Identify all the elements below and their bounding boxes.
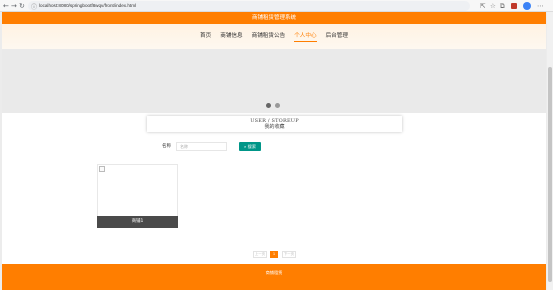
page: ← → ↻ ⓘ localhost:8080/springbootf8wqv/f… (0, 0, 553, 290)
reload-icon[interactable]: ↻ (19, 2, 25, 10)
current-page[interactable]: 1 (270, 251, 278, 258)
forward-icon[interactable]: → (11, 2, 17, 10)
carousel-indicators (266, 103, 282, 108)
nav-rental-notice[interactable]: 商铺租赁公告 (252, 33, 286, 41)
menu-icon[interactable]: ⋯ (537, 2, 544, 10)
back-icon[interactable]: ← (3, 2, 9, 10)
broken-image-icon (99, 166, 105, 172)
nav-personal-center[interactable]: 个人中心 (294, 33, 317, 42)
install-icon[interactable]: ⇱ (480, 2, 485, 10)
site-title-bar: 商铺租赁管理系统 (2, 12, 546, 24)
main-nav: 首页 商铺信息 商铺租赁公告 个人中心 后台管理 (2, 24, 546, 49)
nav-home[interactable]: 首页 (200, 33, 211, 41)
search-icon: ⌕ (243, 144, 247, 149)
main-content (2, 113, 546, 264)
section-title-en: USER / STOREUP (250, 118, 299, 124)
search-label: 名称 (162, 144, 171, 149)
scrollbar-thumb[interactable] (548, 67, 552, 282)
search-input[interactable]: 名称 (176, 142, 227, 151)
section-title-cn: 我的收藏 (264, 124, 285, 130)
next-page-button[interactable]: 下一页 (282, 251, 296, 258)
footer: 商铺租赁 (2, 264, 546, 290)
footer-text: 商铺租赁 (265, 270, 283, 275)
favorite-card-name[interactable]: 商铺1 (97, 216, 178, 228)
favorite-star-icon[interactable]: ☆ (490, 2, 496, 10)
address-bar[interactable]: ⓘ localhost:8080/springbootf8wqv/front/i… (28, 1, 470, 11)
section-header: USER / STOREUP 我的收藏 (147, 116, 402, 132)
browser-toolbar: ← → ↻ ⓘ localhost:8080/springbootf8wqv/f… (0, 0, 553, 12)
profile-avatar[interactable] (523, 2, 531, 10)
nav-shop-info[interactable]: 商铺信息 (220, 33, 242, 41)
carousel-dot-1[interactable] (266, 103, 271, 108)
address-url[interactable]: localhost:8080/springbootf8wqv/front/ind… (39, 3, 136, 8)
collections-icon[interactable]: ⧉ (500, 2, 505, 11)
nav-admin[interactable]: 后台管理 (326, 33, 348, 41)
search-button[interactable]: ⌕ 搜索 (239, 142, 261, 151)
site-info-icon[interactable]: ⓘ (31, 2, 37, 11)
extension-icon[interactable] (511, 3, 517, 9)
prev-page-button[interactable]: 上一页 (253, 251, 267, 258)
carousel-dot-2[interactable] (275, 103, 280, 108)
site-title: 商铺租赁管理系统 (251, 15, 296, 21)
search-button-label: 搜索 (247, 144, 257, 149)
